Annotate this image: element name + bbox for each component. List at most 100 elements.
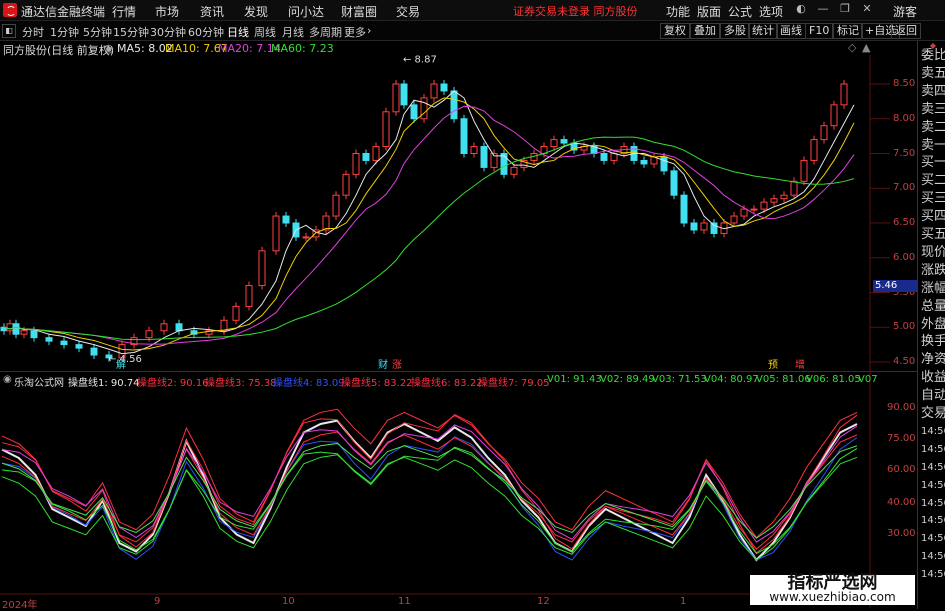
close-icon[interactable]: ✕ xyxy=(859,2,875,16)
period-tab[interactable]: 月线 xyxy=(282,24,304,40)
restore-icon[interactable]: ❐ xyxy=(837,2,853,16)
menu-layout[interactable]: 版面 xyxy=(697,3,721,20)
login-warning[interactable]: 证券交易未登录 同方股份 xyxy=(513,3,638,19)
panel-separator xyxy=(0,371,917,372)
candle-body xyxy=(770,198,778,203)
period-tab[interactable]: 30分钟 xyxy=(150,24,186,40)
quote-panel-item: 买四 xyxy=(921,209,945,225)
candle-body xyxy=(790,180,798,196)
quote-panel-item: 总量 xyxy=(921,298,945,314)
quote-panel-item[interactable]: 14:56 xyxy=(921,423,945,440)
current-price-tag: 5.46 xyxy=(873,280,917,292)
candle-body xyxy=(332,194,340,217)
candle-body xyxy=(780,194,788,200)
quote-panel-item: 外盘 xyxy=(921,316,945,332)
candle-body xyxy=(392,83,400,113)
candle-body xyxy=(510,166,518,175)
menu-news[interactable]: 资讯 xyxy=(200,3,224,20)
quote-panel-item[interactable]: 14:56 xyxy=(921,477,945,494)
period-tab[interactable]: 1分钟 xyxy=(50,24,79,40)
candle-body xyxy=(840,83,848,106)
price-y-tick: 5.00 xyxy=(893,321,916,333)
indicator-line-label: 操盘线1: 90.74 xyxy=(68,378,140,387)
indicator-line-label: 操盘线5: 83.22 xyxy=(341,378,413,387)
quote-panel-item: 卖四 xyxy=(921,83,945,99)
indicator-line-label: 操盘线4: 83.09 xyxy=(273,378,345,387)
candle-body xyxy=(730,215,738,224)
quote-panel-item[interactable]: 14:56 xyxy=(921,548,945,565)
indicator-line-label: 操盘线2: 90.16 xyxy=(137,378,209,387)
candle-body xyxy=(160,323,168,332)
mark-button[interactable]: 标记 xyxy=(833,23,863,39)
menu-discover[interactable]: 发现 xyxy=(244,3,268,20)
candle-body xyxy=(282,215,290,224)
quote-panel-item[interactable]: 14:56 xyxy=(921,441,945,458)
period-tab[interactable]: 60分钟 xyxy=(188,24,224,40)
watermark: 指标严选网 www.xuezhibiao.com xyxy=(750,574,915,605)
candle-body xyxy=(90,347,98,356)
quote-panel-item[interactable]: 14:56 xyxy=(921,566,945,583)
multi-stock-button[interactable]: 多股 xyxy=(720,23,750,39)
stats-button[interactable]: 统计 xyxy=(748,23,778,39)
quote-panel-item[interactable]: 14:56 xyxy=(921,530,945,547)
quote-panel-item: 卖二 xyxy=(921,119,945,135)
x-axis-label: 9 xyxy=(154,596,161,607)
skin-icon[interactable]: ◐ xyxy=(793,2,809,16)
quote-panel-item: 买一 xyxy=(921,155,945,171)
candle-body xyxy=(600,153,608,161)
menu-wealth[interactable]: 财富圈 xyxy=(341,3,377,20)
circle-icon[interactable]: ◉ xyxy=(3,374,12,385)
period-tab-active[interactable]: 日线 xyxy=(227,24,249,40)
price-y-tick: 7.00 xyxy=(893,182,916,194)
candle-body xyxy=(12,323,20,335)
candle-body xyxy=(30,330,38,339)
candle-body xyxy=(660,156,668,172)
quote-panel-item: 买五 xyxy=(921,227,945,242)
draw-button[interactable]: 画线 xyxy=(776,23,806,39)
period-tab[interactable]: 周线 xyxy=(254,24,276,40)
guest-label[interactable]: 游客 xyxy=(893,3,917,20)
candle-body xyxy=(175,323,183,332)
period-tab[interactable]: 5分钟 xyxy=(83,24,112,40)
quote-panel-item: 净资 xyxy=(921,352,945,368)
quote-panel-item: 委比 xyxy=(921,48,945,63)
candle-body xyxy=(750,208,758,211)
period-tab[interactable]: 分时 xyxy=(22,24,44,40)
quote-panel-item: 卖五 xyxy=(921,65,945,81)
menu-assistant[interactable]: 问小达 xyxy=(288,3,324,20)
price-y-tick: 6.00 xyxy=(893,251,916,263)
period-tab[interactable]: 15分钟 xyxy=(113,24,149,40)
adjust-button[interactable]: 复权 xyxy=(660,23,690,39)
chevron-right-icon[interactable]: › xyxy=(367,24,371,37)
menu-market[interactable]: 市场 xyxy=(155,3,179,20)
menu-trade[interactable]: 交易 xyxy=(396,3,420,20)
app-logo-icon xyxy=(3,3,17,17)
quote-panel-item[interactable]: 自动 xyxy=(921,387,945,404)
quote-panel-item[interactable]: 交易 xyxy=(921,405,945,422)
period-tab-more[interactable]: 更多 xyxy=(344,24,366,40)
price-y-tick: 8.00 xyxy=(893,112,916,124)
overlay-button[interactable]: 叠加 xyxy=(690,23,720,39)
indicator-line-label: V02: 89.49 xyxy=(600,374,655,385)
menu-options[interactable]: 选项 xyxy=(759,3,783,20)
candle-body xyxy=(75,344,83,349)
candle-body xyxy=(670,170,678,196)
candle-body xyxy=(245,285,253,307)
ma60-line xyxy=(3,136,855,341)
f10-button[interactable]: F10 xyxy=(805,23,834,39)
candle-body xyxy=(830,104,838,127)
menu-quotes[interactable]: 行情 xyxy=(112,3,136,20)
quote-panel-item[interactable]: 14:56 xyxy=(921,495,945,512)
quote-panel-item: 卖三 xyxy=(921,101,945,117)
period-tab[interactable]: 多周期 xyxy=(309,24,342,40)
sidebar-toggle-icon[interactable]: ◧ xyxy=(2,24,16,38)
quote-panel-item[interactable]: 14:56 xyxy=(921,459,945,476)
menu-formula[interactable]: 公式 xyxy=(728,3,752,20)
menu-function[interactable]: 功能 xyxy=(666,3,690,20)
kline-chart[interactable]: ← 8.87← 4.56解财涨预增 xyxy=(0,41,917,609)
minimize-icon[interactable]: — xyxy=(815,2,831,16)
indicator-line-label: 操盘线3: 75.38 xyxy=(205,378,277,387)
back-button[interactable]: 返回 xyxy=(891,23,921,39)
candle-body xyxy=(60,340,68,346)
quote-panel-item[interactable]: 14:56 xyxy=(921,512,945,529)
